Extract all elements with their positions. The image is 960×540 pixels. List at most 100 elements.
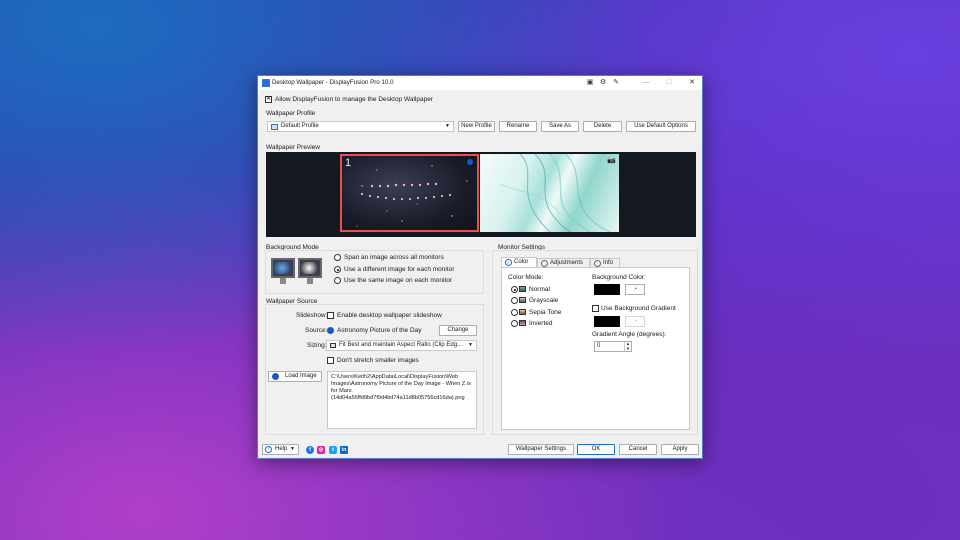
chevron-down-icon: ▼ [468,342,473,348]
preview-header: Wallpaper Preview [266,144,320,151]
profile-header: Wallpaper Profile [266,110,316,117]
allow-manage-label: Allow DisplayFusion to manage the Deskto… [275,96,434,103]
color-mode-sepia-radio[interactable] [511,309,518,316]
window-title: Desktop Wallpaper - DisplayFusion Pro 10… [272,79,394,86]
app-icon [262,79,270,87]
use-gradient-label: Use Background Gradient [601,305,676,312]
profile-selected-value: Default Profile [281,123,319,129]
help-button[interactable]: ? Help ▼ [262,444,299,455]
window-settings-icon[interactable]: ⚙ [598,78,608,88]
apply-button[interactable]: Apply [661,444,699,455]
delete-button[interactable]: Delete [583,121,622,132]
color-tab-panel: Color Mode: Normal Grayscale Sepia Tone … [501,267,690,430]
wallpaper-settings-button[interactable]: Wallpaper Settings [508,444,574,455]
different-image-radio[interactable] [334,266,341,273]
rename-button[interactable]: Rename [499,121,537,132]
color-mode-normal-radio[interactable] [511,286,518,293]
profile-icon [271,124,278,130]
sizing-selected-value: Fit Best and maintain Aspect Ratio (Clip… [339,342,463,348]
desktop-wallpaper-window: Desktop Wallpaper - DisplayFusion Pro 10… [257,75,703,459]
image-path-textbox[interactable]: C:\Users\Keith2\AppData\Local\DisplayFus… [327,371,477,429]
color-mode-grayscale-label: Grayscale [529,297,559,304]
cancel-button[interactable]: Cancel [619,444,657,455]
sizing-select[interactable]: Fit Best and maintain Aspect Ratio (Clip… [326,340,477,351]
span-image-radio[interactable] [334,254,341,261]
window-pin-icon[interactable]: ▣ [585,78,595,88]
nasa-icon [327,327,334,334]
check-circle-icon: ✓ [505,259,512,266]
facebook-icon[interactable]: f [306,446,314,454]
ok-button[interactable]: OK [577,444,615,455]
palette-icon: ◔ [632,286,638,293]
camera-icon[interactable]: 📷 [607,156,616,164]
slideshow-checkbox[interactable] [327,312,334,319]
gradient-angle-spinner[interactable]: 0 ▲ ▼ [594,341,632,352]
load-image-label: Load Image [285,373,317,379]
linkedin-icon[interactable]: in [340,446,348,454]
window-extra-icon[interactable]: ✎ [611,78,621,88]
monitor-mode-icon [271,258,323,286]
save-as-button[interactable]: Save As [541,121,579,132]
color-mode-grayscale-radio[interactable] [511,297,518,304]
grayscale-image-icon [519,297,526,303]
normal-image-icon [519,286,526,292]
monitor-1-preview[interactable]: 1 [340,154,479,232]
new-profile-button[interactable]: New Profile [458,121,495,132]
gradient-color-swatch [594,316,620,327]
gradient-color-picker-button[interactable]: ◔ [625,316,645,327]
load-image-button[interactable]: Load Image [268,371,322,382]
gradient-angle-label: Gradient Angle (degrees): [592,331,667,338]
circle-icon [541,260,548,267]
dont-stretch-checkbox[interactable] [327,357,334,364]
background-color-label: Background Color: [592,274,646,281]
inverted-image-icon [519,320,526,326]
tab-info-label: Info [603,260,614,266]
minimize-button[interactable]: — [641,78,651,88]
background-color-swatch [594,284,620,295]
monitor-2-number: 2 [484,155,491,167]
chevron-down-icon: ▼ [290,446,295,452]
source-value: Astronomy Picture of the Day [337,327,422,334]
slideshow-option-label: Enable desktop wallpaper slideshow [337,312,442,319]
same-image-label: Use the same image on each monitor [344,277,453,284]
sizing-icon [330,343,336,348]
dont-stretch-label: Don't stretch smaller images [337,357,419,364]
help-icon: ? [265,446,272,453]
color-mode-sepia-label: Sepia Tone [529,309,562,316]
tab-color-label: Color [514,259,529,265]
wallpaper-preview: 1 2 📷 [266,152,696,237]
circle-icon [594,260,601,267]
color-mode-label: Color Mode: [508,274,544,281]
close-button[interactable]: ✕ [687,78,697,88]
allow-manage-checkbox[interactable] [265,95,272,104]
source-label: Source: [305,327,328,334]
color-mode-inverted-radio[interactable] [511,320,518,327]
sepia-image-icon [519,309,526,315]
change-source-button[interactable]: Change [439,325,477,336]
palette-icon: ◔ [632,318,638,325]
gradient-angle-value: 0 [597,343,601,349]
different-image-label: Use a different image for each monitor [344,266,455,273]
slideshow-label: Slideshow: [296,312,328,319]
star-field-image [356,159,473,227]
span-image-label: Span an image across all monitors [344,254,444,261]
instagram-icon[interactable]: ◎ [317,446,325,454]
sizing-label: Sizing: [307,342,327,349]
tab-adjustments-label: Adjustments [550,260,584,266]
help-label: Help [275,446,288,452]
monitor-2-preview[interactable]: 2 📷 [480,154,619,232]
use-default-options-button[interactable]: Use Default Options [626,121,696,132]
color-mode-inverted-label: Inverted [529,320,553,327]
maximize-button[interactable]: ☐ [664,78,674,88]
twitter-icon[interactable]: t [329,446,337,454]
chevron-down-icon: ▼ [445,123,450,129]
color-mode-normal-label: Normal [529,286,550,293]
same-image-radio[interactable] [334,277,341,284]
nasa-icon [272,373,279,380]
spinner-arrows-icon[interactable]: ▲ ▼ [624,341,631,351]
use-gradient-checkbox[interactable] [592,305,599,312]
profile-select[interactable]: Default Profile ▼ [267,121,454,132]
color-picker-button[interactable]: ◔ [625,284,645,295]
title-bar[interactable]: Desktop Wallpaper - DisplayFusion Pro 10… [258,76,702,90]
abstract-wave-image [499,154,611,232]
